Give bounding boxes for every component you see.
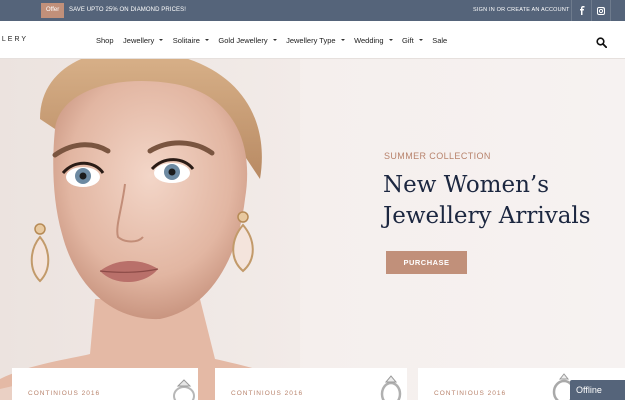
nav-item-solitaire[interactable]: Solitaire — [173, 36, 209, 45]
nav-item-label: Gift — [402, 35, 414, 45]
nav-item-shop[interactable]: Shop — [96, 36, 114, 45]
ring-image — [380, 375, 402, 400]
nav-item-gift[interactable]: Gift — [402, 36, 423, 45]
hero-banner: SUMMER COLLECTION New Women’s Jewellery … — [0, 59, 625, 400]
nav-item-jewellery[interactable]: Jewellery — [123, 35, 164, 45]
main-header: LLERY Shop Jewellery Solitaire Gold Jewelle… — [0, 21, 625, 59]
collection-card-label: CONTINIOUS 2016 — [231, 390, 304, 397]
nav-item-label: Jewellery Type — [286, 35, 336, 45]
nav-item-label: Shop — [96, 35, 114, 45]
chevron-down-icon — [272, 39, 277, 41]
offer-text: SAVE UPTO 25% ON DIAMOND PRICES! — [69, 7, 187, 13]
offer-badge: Offer — [41, 3, 65, 18]
collection-card-label: CONTINIOUS 2016 — [28, 390, 101, 397]
nav-item-label: Sale — [432, 35, 448, 45]
top-bar: Offer SAVE UPTO 25% ON DIAMOND PRICES! S… — [0, 0, 625, 21]
site-logo[interactable]: LLERY — [0, 21, 28, 59]
nav-item-label: Jewellery — [123, 35, 155, 45]
hero-headline-line-1: New Women’s — [383, 172, 550, 198]
nav-item-label: Solitaire — [172, 35, 200, 45]
purchase-button[interactable]: PURCHASE — [386, 251, 467, 274]
chevron-down-icon — [388, 39, 393, 41]
search-icon[interactable] — [596, 35, 608, 49]
hero-eyebrow: SUMMER COLLECTION — [384, 151, 491, 161]
chevron-down-icon — [159, 39, 164, 41]
chevron-down-icon — [204, 39, 209, 41]
chevron-down-icon — [418, 39, 423, 41]
sign-in-link[interactable]: SIGN IN OR CREATE AN ACCOUNT — [473, 3, 570, 18]
collection-card-label: CONTINIOUS 2016 — [434, 390, 507, 397]
chat-status-widget[interactable]: Offline — [570, 380, 625, 400]
hero-headline: New Women’s Jewellery Arrivals — [383, 170, 623, 232]
instagram-icon[interactable] — [591, 0, 611, 21]
facebook-icon[interactable] — [571, 0, 591, 21]
nav-item-label: Wedding — [354, 35, 384, 45]
nav-item-gold-jewellery[interactable]: Gold Jewellery — [218, 35, 277, 45]
nav-item-jewellery-type[interactable]: Jewellery Type — [286, 35, 345, 45]
collection-card[interactable]: CONTINIOUS 2016 — [215, 368, 407, 400]
model-portrait-image — [0, 59, 300, 400]
collection-card[interactable]: CONTINIOUS 2016 — [12, 368, 198, 400]
main-nav: Shop Jewellery Solitaire Gold Jewellery Jewe… — [96, 21, 457, 59]
chevron-down-icon — [340, 39, 345, 41]
nav-item-label: Gold Jewellery — [218, 35, 268, 45]
nav-item-wedding[interactable]: Wedding — [354, 35, 393, 45]
ring-image — [173, 379, 195, 400]
hero-headline-line-2: Jewellery Arrivals — [383, 203, 591, 229]
nav-item-sale[interactable]: Sale — [432, 36, 447, 45]
